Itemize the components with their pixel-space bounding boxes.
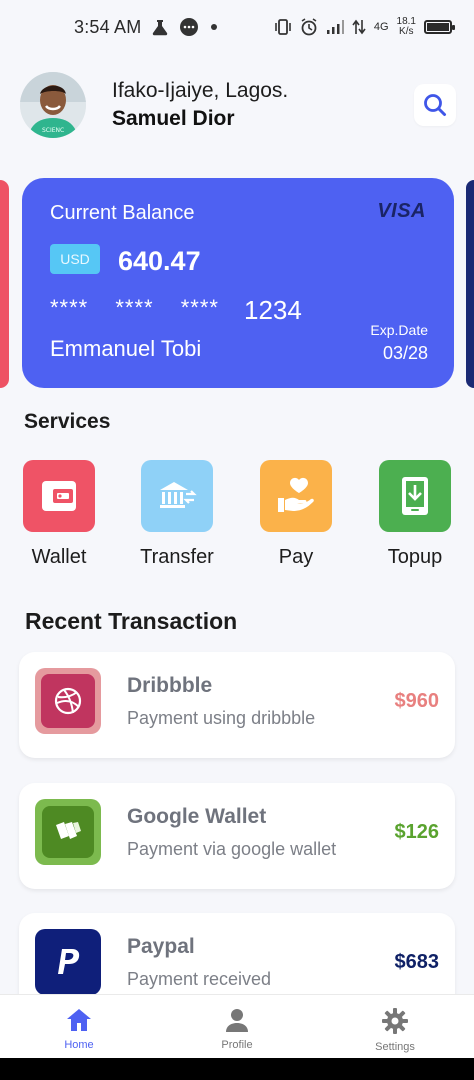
exp-date-label: Exp.Date	[370, 322, 428, 338]
transaction-amount: $683	[394, 951, 440, 973]
transaction-desc: Payment via google wallet	[127, 839, 337, 859]
paypal-icon	[58, 949, 80, 974]
recent-transaction-heading: Recent Transaction	[25, 608, 238, 634]
svg-text:SCIENC: SCIENC	[42, 127, 64, 134]
nav-label: Profile	[221, 1039, 253, 1051]
gear-icon	[382, 1008, 408, 1034]
net-speed-unit: K/s	[399, 26, 414, 37]
flask-icon	[153, 20, 168, 36]
masked-group: ****	[115, 295, 154, 320]
google-wallet-icon	[56, 822, 81, 839]
transaction-name: Google Wallet	[127, 805, 267, 828]
hand-heart-icon	[278, 477, 314, 512]
card-last4: 1234	[244, 295, 302, 325]
nav-settings[interactable]: Settings	[316, 995, 474, 1058]
data-arrows-icon	[352, 19, 366, 35]
transaction-item[interactable]: Google Wallet Payment via google wallet …	[19, 783, 455, 889]
service-transfer[interactable]: Transfer	[122, 460, 232, 569]
network-label: 4G	[373, 21, 389, 33]
chat-bubble-icon	[180, 18, 199, 36]
transaction-amount: $960	[394, 690, 440, 712]
nav-profile[interactable]: Profile	[158, 995, 316, 1058]
dribbble-icon	[54, 687, 82, 715]
service-topup[interactable]: Topup	[360, 460, 470, 569]
net-speed: 18.1 K/s	[397, 17, 416, 37]
card-balance-label: Current Balance	[50, 202, 195, 224]
visa-logo: VISA	[377, 200, 426, 222]
service-label: Pay	[278, 546, 314, 568]
alarm-icon	[301, 18, 317, 36]
currency-badge: USD	[50, 244, 100, 274]
status-time: 3:54 AM	[74, 16, 142, 37]
status-bar: 3:54 AM 4G 18.1 K/s	[0, 0, 474, 54]
bank-transfer-icon	[160, 482, 197, 508]
masked-group: ****	[50, 295, 89, 320]
masked-group: ****	[180, 295, 219, 320]
transaction-desc: Payment received	[127, 969, 272, 989]
balance-card[interactable]: Current Balance VISA USD 640.47 **** ***…	[22, 178, 454, 388]
topup-tile[interactable]	[379, 460, 451, 532]
transaction-logo	[35, 799, 101, 865]
nav-home[interactable]: Home	[0, 995, 158, 1058]
download-phone-icon	[402, 477, 428, 515]
wallet-tile[interactable]	[23, 460, 95, 532]
transaction-logo	[35, 929, 101, 995]
exp-date-value: 03/28	[382, 343, 428, 363]
transaction-desc: Payment using dribbble	[127, 708, 316, 728]
card-number-masked: **** **** ****	[50, 295, 239, 321]
wallet-icon	[42, 481, 76, 511]
service-label: Transfer	[140, 546, 214, 568]
transaction-logo	[35, 668, 101, 734]
transaction-name: Dribbble	[127, 674, 213, 697]
bottom-navigation: Home Profile Settings	[0, 994, 474, 1058]
profile-header: SCIENC Ifako-Ijaiye, Lagos. Samuel Dior	[20, 72, 456, 138]
signal-icon	[326, 20, 344, 34]
battery-icon	[424, 20, 455, 34]
home-icon	[67, 1009, 91, 1031]
pay-tile[interactable]	[260, 460, 332, 532]
transaction-item[interactable]: Dribbble Payment using dribbble $960	[19, 652, 455, 758]
avatar[interactable]: SCIENC	[20, 72, 86, 138]
person-icon	[226, 1009, 248, 1032]
service-label: Topup	[387, 546, 443, 568]
previous-card[interactable]	[0, 180, 9, 388]
user-location: Ifako-Ijaiye, Lagos.	[112, 79, 289, 102]
next-card[interactable]	[466, 180, 474, 388]
balance-amount: 640.47	[118, 246, 201, 276]
user-name: Samuel Dior	[112, 107, 235, 130]
system-navigation-bar	[0, 1058, 474, 1080]
card-holder: Emmanuel Tobi	[50, 336, 202, 361]
services-heading: Services	[24, 410, 111, 433]
search-button[interactable]	[414, 84, 456, 126]
service-pay[interactable]: Pay	[241, 460, 351, 569]
search-icon	[424, 94, 446, 116]
service-label: Wallet	[31, 546, 87, 568]
transfer-tile[interactable]	[141, 460, 213, 532]
vibrate-icon	[275, 19, 291, 35]
transaction-amount: $126	[394, 821, 440, 843]
nav-label: Settings	[375, 1041, 415, 1053]
nav-label: Home	[64, 1039, 94, 1051]
transaction-name: Paypal	[127, 935, 195, 958]
dot-icon	[211, 24, 218, 30]
service-wallet[interactable]: Wallet	[4, 460, 114, 569]
